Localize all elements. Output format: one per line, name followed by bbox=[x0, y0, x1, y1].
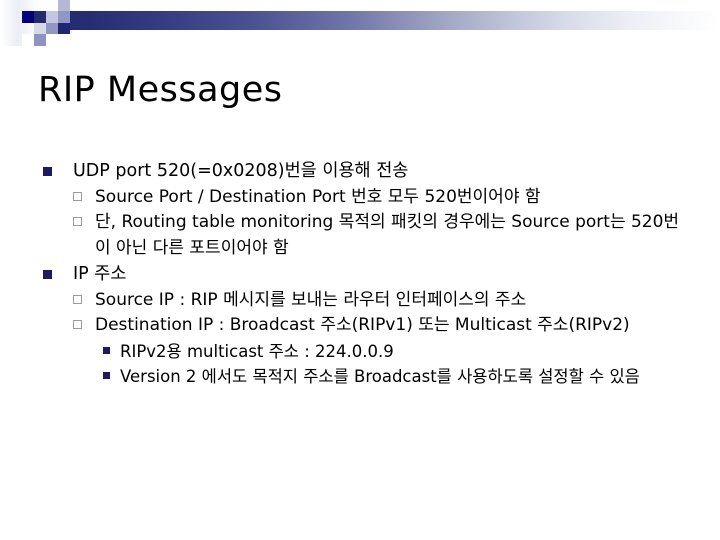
bullet-text: Destination IP : Broadcast 주소(RIPv1) 또는 … bbox=[95, 315, 630, 335]
bullet-marker-icon bbox=[103, 371, 110, 379]
bullet-text: UDP port 520(=0x0208)번을 이용해 전송 bbox=[73, 161, 409, 181]
bullet-item-level2: 단, Routing table monitoring 목적의 패킷의 경우에는… bbox=[42, 210, 692, 261]
bullet-marker-icon bbox=[103, 346, 110, 354]
bullet-item-level2: Source IP : RIP 메시지를 보내는 라우터 인터페이스의 주소 bbox=[42, 288, 692, 314]
bullet-item-level1: UDP port 520(=0x0208)번을 이용해 전송 bbox=[42, 158, 692, 185]
decoration-square bbox=[46, 23, 58, 34]
bullet-item-level3: RIPv2용 multicast 주소 : 224.0.0.9 bbox=[42, 339, 692, 364]
bullet-item-level2: Destination IP : Broadcast 주소(RIPv1) 또는 … bbox=[42, 313, 692, 339]
bullet-text: Source IP : RIP 메시지를 보내는 라우터 인터페이스의 주소 bbox=[95, 289, 527, 310]
slide-header-decoration bbox=[0, 0, 720, 46]
bullet-marker-icon bbox=[43, 270, 52, 279]
bullet-text: Version 2 에서도 목적지 주소를 Broadcast를 사용하도록 설… bbox=[120, 366, 640, 386]
decoration-square bbox=[34, 23, 46, 34]
bullet-item-level1: IP 주소 bbox=[42, 261, 692, 288]
bullet-list: UDP port 520(=0x0208)번을 이용해 전송 Source Por… bbox=[42, 158, 692, 389]
decoration-square bbox=[22, 11, 34, 23]
decoration-square bbox=[46, 11, 58, 23]
bullet-marker-icon bbox=[43, 167, 52, 176]
bullet-marker-icon bbox=[73, 217, 82, 226]
page-title: RIP Messages bbox=[38, 70, 283, 110]
bullet-marker-icon bbox=[73, 294, 82, 304]
bullet-item-level2: Source Port / Destination Port 번호 모두 520… bbox=[42, 185, 692, 211]
decoration-square bbox=[58, 0, 70, 11]
bullet-marker-icon bbox=[73, 320, 82, 329]
bullet-text: 단, Routing table monitoring 목적의 패킷의 경우에는… bbox=[95, 212, 680, 258]
bullet-text: Source Port / Destination Port 번호 모두 520… bbox=[95, 186, 541, 207]
decoration-square bbox=[22, 34, 34, 46]
bullet-marker-icon bbox=[73, 191, 82, 201]
bullet-text: IP 주소 bbox=[73, 264, 127, 284]
decoration-square bbox=[58, 11, 70, 23]
decoration-gradient-bar bbox=[34, 11, 720, 30]
decoration-square bbox=[58, 23, 70, 34]
decoration-square bbox=[34, 34, 46, 46]
bullet-item-level3: Version 2 에서도 목적지 주소를 Broadcast를 사용하도록 설… bbox=[42, 364, 692, 389]
slide-canvas: RIP Messages UDP port 520(=0x0208)번을 이용해… bbox=[0, 0, 720, 540]
bullet-text: RIPv2용 multicast 주소 : 224.0.0.9 bbox=[120, 341, 394, 361]
